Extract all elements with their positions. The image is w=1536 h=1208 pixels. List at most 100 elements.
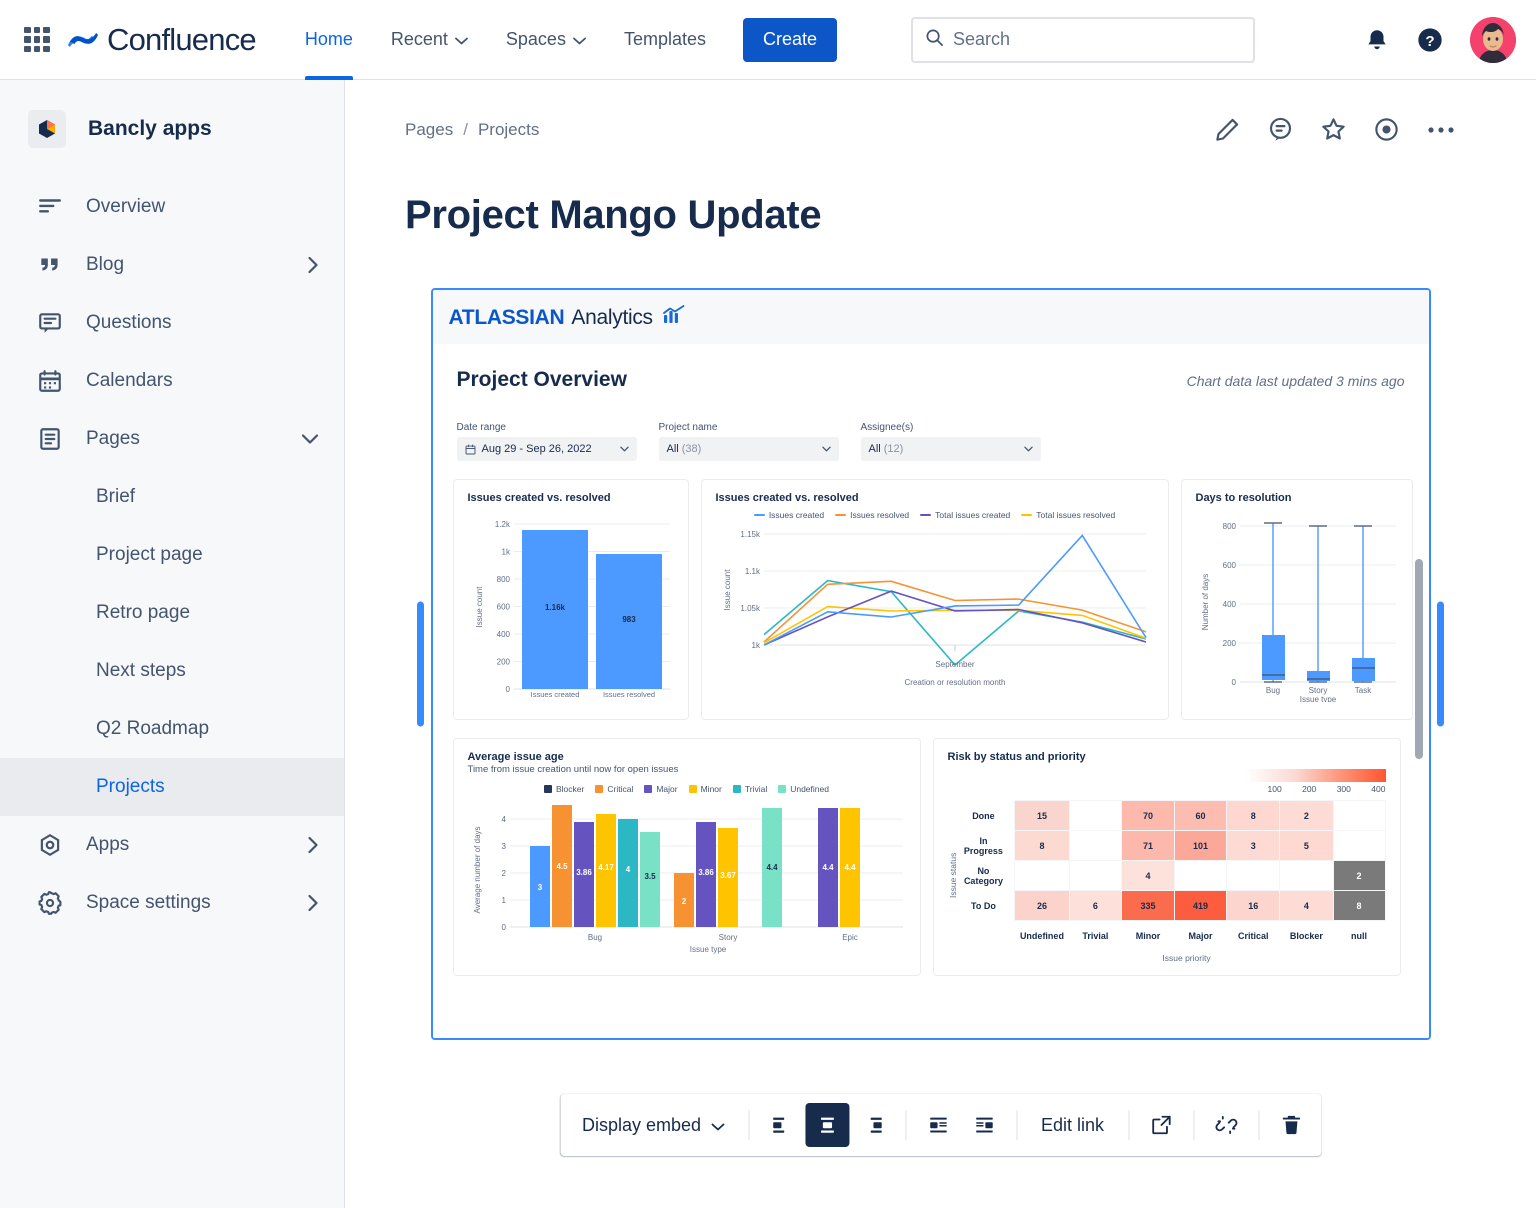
help-question-icon[interactable]: ? — [1416, 26, 1444, 54]
nav-tab-templates[interactable]: Templates — [605, 0, 725, 80]
svg-text:600: 600 — [1222, 561, 1236, 570]
open-external-icon[interactable] — [1139, 1103, 1183, 1147]
heatmap-cell[interactable]: 6 — [1068, 890, 1123, 921]
sidebar-item-calendars[interactable]: Calendars — [0, 352, 344, 410]
heatmap-cell[interactable]: 3 — [1226, 830, 1281, 861]
heatmap-cell[interactable]: 8 — [1226, 800, 1281, 831]
app-switcher-icon[interactable] — [24, 26, 50, 53]
heatmap-cell[interactable]: 4 — [1279, 890, 1334, 921]
legend-item[interactable]: Critical — [595, 784, 633, 794]
assignees-select[interactable]: All (12) — [860, 437, 1041, 461]
sidebar-item-apps[interactable]: Apps — [0, 816, 344, 874]
resize-handle-left[interactable] — [417, 601, 424, 727]
sidebar-subitem-projects[interactable]: Projects — [0, 758, 344, 816]
space-header[interactable]: Bancly apps — [0, 102, 344, 156]
more-ellipsis-icon[interactable] — [1426, 124, 1456, 136]
sidebar-subitem-next-steps[interactable]: Next steps — [0, 642, 344, 700]
atlassian-analytics-embed[interactable]: ATLASSIAN Analytics Project Overview Cha… — [430, 288, 1431, 1040]
search-box[interactable] — [911, 16, 1256, 63]
panel-risk-heatmap[interactable]: Risk by status and priority 100 200 300 — [932, 738, 1401, 976]
unlink-icon[interactable] — [1204, 1103, 1248, 1147]
heatmap-cell-null[interactable]: 8 — [1332, 890, 1386, 921]
chevron-right-icon[interactable] — [307, 893, 320, 913]
heatmap-cell[interactable]: 26 — [1014, 890, 1070, 921]
create-button[interactable]: Create — [743, 17, 838, 62]
panel-days-to-resolution[interactable]: Days to resolution 800 600 400 200 0 Bug… — [1180, 479, 1413, 720]
legend-item[interactable]: Undefined — [778, 784, 829, 794]
heatmap-cell[interactable]: 16 — [1226, 890, 1281, 921]
legend-item[interactable]: Issues created — [753, 510, 824, 520]
nav-tab-recent[interactable]: Recent — [372, 0, 487, 80]
heatmap-cell[interactable] — [1332, 830, 1386, 861]
trash-icon[interactable] — [1269, 1103, 1313, 1147]
edit-link-button[interactable]: Edit link — [1027, 1103, 1118, 1147]
eye-watch-icon[interactable] — [1373, 116, 1400, 143]
confluence-logo[interactable]: Confluence — [68, 22, 257, 58]
heatmap-cell[interactable]: 4 — [1121, 860, 1175, 891]
breadcrumb-projects[interactable]: Projects — [478, 120, 539, 140]
project-name-select[interactable]: All (38) — [658, 437, 839, 461]
chevron-right-icon[interactable] — [307, 255, 320, 275]
legend-item[interactable]: Blocker — [544, 784, 584, 794]
heatmap-cell[interactable]: 70 — [1121, 800, 1175, 831]
heatmap-cell[interactable]: 101 — [1173, 830, 1228, 861]
heatmap-cell[interactable] — [1068, 800, 1123, 831]
search-input[interactable] — [953, 29, 1242, 50]
align-center-icon[interactable] — [805, 1103, 850, 1147]
legend-item[interactable]: Issues resolved — [835, 510, 909, 520]
svg-text:3: 3 — [501, 842, 506, 851]
nav-tab-label: Recent — [390, 29, 448, 49]
resize-handle-right[interactable] — [1437, 601, 1444, 727]
nav-tab-home[interactable]: Home — [286, 0, 372, 80]
embed-vertical-scrollbar[interactable] — [1414, 559, 1423, 759]
sidebar-subitem-brief[interactable]: Brief — [0, 468, 344, 526]
wrap-left-icon[interactable] — [916, 1103, 960, 1147]
legend-item[interactable]: Minor — [688, 784, 722, 794]
legend-item[interactable]: Major — [644, 784, 678, 794]
heatmap-cell[interactable]: 60 — [1173, 800, 1228, 831]
chevron-right-icon[interactable] — [307, 835, 320, 855]
star-watch-icon[interactable] — [1320, 116, 1347, 143]
heatmap-cell[interactable]: 2 — [1279, 800, 1334, 831]
date-range-select[interactable]: Aug 29 - Sep 26, 2022 — [456, 437, 637, 461]
sidebar-subitem-retro-page[interactable]: Retro page — [0, 584, 344, 642]
display-embed-dropdown[interactable]: Display embed — [568, 1103, 738, 1147]
comment-icon[interactable] — [1267, 116, 1294, 143]
legend-item[interactable]: Trivial — [732, 784, 767, 794]
heatmap-cell[interactable] — [1068, 860, 1123, 891]
sidebar-subitem-project-page[interactable]: Project page — [0, 526, 344, 584]
sidebar-item-questions[interactable]: Questions — [0, 294, 344, 352]
heatmap-cell[interactable] — [1014, 860, 1070, 891]
sidebar-item-space-settings[interactable]: Space settings — [0, 874, 344, 932]
sidebar-subitem-q2-roadmap[interactable]: Q2 Roadmap — [0, 700, 344, 758]
heatmap-cell[interactable]: 71 — [1121, 830, 1175, 861]
nav-tab-spaces[interactable]: Spaces — [487, 0, 605, 80]
heatmap-cell[interactable] — [1068, 830, 1123, 861]
heatmap-cell[interactable] — [1332, 800, 1386, 831]
align-right-icon[interactable] — [851, 1103, 895, 1147]
heatmap-cell[interactable]: 419 — [1173, 890, 1228, 921]
heatmap-cell[interactable] — [1173, 860, 1228, 891]
panel-issues-bar[interactable]: Issues created vs. resolved 1.2k 1k 800 60… — [452, 479, 689, 720]
panel-average-issue-age[interactable]: Average issue age Time from issue creati… — [452, 738, 921, 976]
heatmap-cell[interactable]: 8 — [1014, 830, 1070, 861]
legend-item[interactable]: Total issues created — [920, 510, 1010, 520]
chevron-down-icon[interactable] — [300, 433, 320, 446]
sidebar-item-pages[interactable]: Pages — [0, 410, 344, 468]
panel-issues-line[interactable]: Issues created vs. resolved Issues creat… — [700, 479, 1169, 720]
breadcrumb-pages[interactable]: Pages — [405, 120, 453, 140]
sidebar-item-blog[interactable]: Blog — [0, 236, 344, 294]
heatmap-cell-null[interactable]: 2 — [1332, 860, 1386, 891]
heatmap-cell[interactable] — [1226, 860, 1281, 891]
heatmap-cell[interactable]: 15 — [1014, 800, 1070, 831]
wrap-right-icon[interactable] — [962, 1103, 1006, 1147]
align-left-icon[interactable] — [759, 1103, 803, 1147]
heatmap-cell[interactable]: 335 — [1121, 890, 1175, 921]
user-avatar[interactable] — [1470, 16, 1516, 63]
sidebar-item-overview[interactable]: Overview — [0, 178, 344, 236]
legend-item[interactable]: Total issues resolved — [1021, 510, 1115, 520]
edit-pencil-icon[interactable] — [1214, 116, 1241, 143]
heatmap-cell[interactable]: 5 — [1279, 830, 1334, 861]
heatmap-cell[interactable] — [1279, 860, 1334, 891]
notification-bell-icon[interactable] — [1364, 27, 1390, 53]
